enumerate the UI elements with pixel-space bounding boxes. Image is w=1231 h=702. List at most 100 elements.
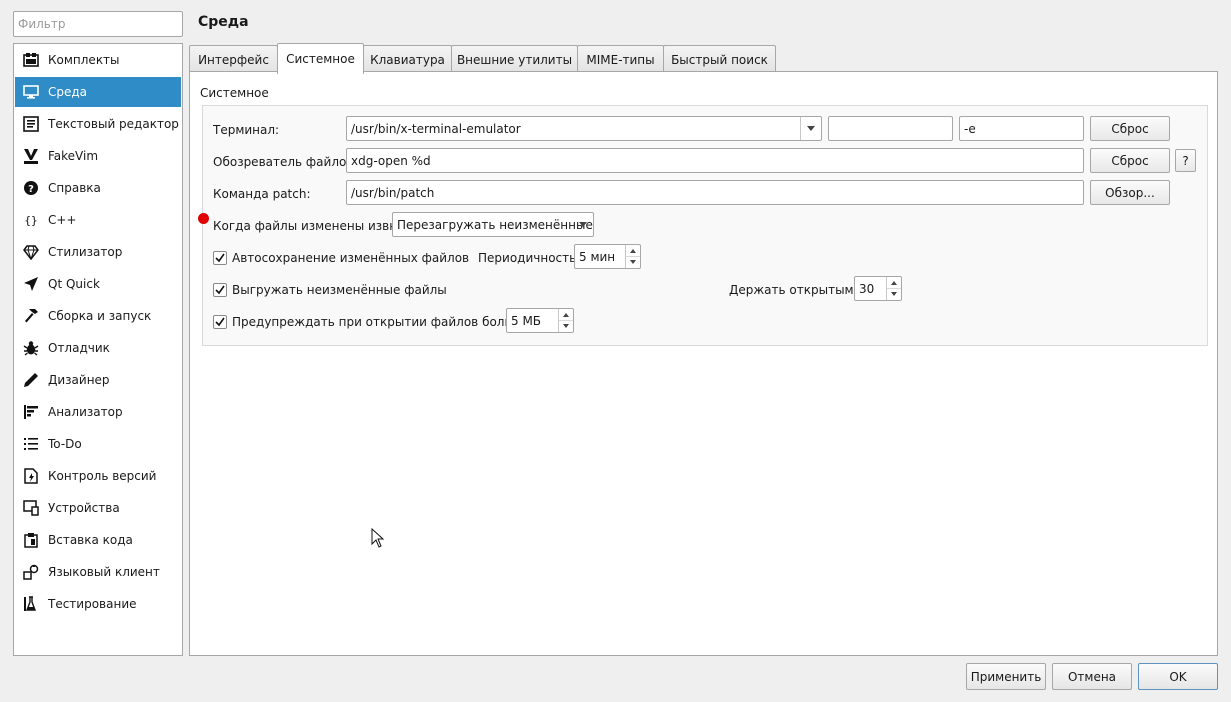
ok-button[interactable]: OK (1138, 663, 1218, 690)
sidebar-item-environment[interactable]: Среда (15, 77, 181, 107)
apply-button[interactable]: Применить (966, 663, 1046, 690)
unload-checkbox[interactable] (213, 283, 227, 297)
spin-down-icon[interactable] (626, 256, 640, 267)
terminal-value: /usr/bin/x-terminal-emulator (351, 121, 521, 136)
todo-list-icon (22, 435, 40, 453)
tab-label: Клавиатура (370, 52, 445, 67)
tab-label: MIME-типы (586, 52, 655, 67)
sidebar-item-label: Qt Quick (48, 277, 100, 291)
tab-quick-search[interactable]: Быстрый поиск (663, 45, 776, 73)
fakevim-icon (22, 147, 40, 165)
keep-open-label: Держать открытыми: (729, 283, 866, 297)
language-client-icon (22, 563, 40, 581)
sidebar-item-label: FakeVim (48, 149, 99, 163)
mouse-cursor-icon (371, 528, 385, 548)
indicator-dot (198, 213, 209, 224)
interval-value: 5 мин (579, 249, 616, 264)
braces-icon: {} (22, 211, 40, 229)
spin-down-icon[interactable] (559, 320, 573, 331)
sidebar-item-analyzer[interactable]: Анализатор (15, 397, 181, 427)
sidebar-item-help[interactable]: ? Справка (15, 173, 181, 203)
terminal-args-value: -e (964, 121, 976, 136)
interval-spinbox[interactable]: 5 мин (574, 244, 641, 269)
file-browser-value: xdg-open %d (351, 153, 431, 168)
keep-open-value: 30 (859, 281, 875, 296)
system-group-box: Терминал: /usr/bin/x-terminal-emulator -… (198, 105, 1208, 346)
patch-browse-button[interactable]: Обзор... (1090, 180, 1170, 205)
tab-system[interactable]: Системное (277, 43, 364, 74)
sidebar-item-kits[interactable]: Комплекты (15, 45, 181, 75)
code-paste-icon (22, 531, 40, 549)
sidebar-item-devices[interactable]: Устройства (15, 493, 181, 523)
sidebar-item-label: Анализатор (48, 405, 123, 419)
checkmark-icon (215, 253, 225, 263)
sidebar-item-designer[interactable]: Дизайнер (15, 365, 181, 395)
settings-category-list[interactable]: Комплекты Среда Текстовый редактор FakeV… (13, 43, 183, 656)
tab-mime-types[interactable]: MIME-типы (577, 45, 664, 73)
sidebar-item-testing[interactable]: Тестирование (15, 589, 181, 619)
spin-down-icon[interactable] (887, 288, 901, 299)
terminal-reset-button[interactable]: Сброс (1090, 116, 1170, 141)
sidebar-item-label: Дизайнер (48, 373, 110, 387)
file-browser-label: Обозреватель файлов: (213, 155, 358, 169)
autosave-checkbox[interactable] (213, 251, 227, 265)
file-browser-field[interactable]: xdg-open %d (346, 148, 1084, 173)
cancel-button[interactable]: Отмена (1052, 663, 1132, 690)
sidebar-item-label: C++ (48, 213, 77, 227)
group-title: Системное (200, 86, 269, 100)
analyzer-icon (22, 403, 40, 421)
sidebar-item-build-run[interactable]: Сборка и запуск (15, 301, 181, 331)
sidebar-item-label: Контроль версий (48, 469, 157, 483)
terminal-extra-field[interactable] (828, 116, 953, 141)
checkmark-icon (215, 285, 225, 295)
sidebar-item-language-client[interactable]: Языковый клиент (15, 557, 181, 587)
tab-label: Интерфейс (198, 52, 269, 67)
sidebar-item-todo[interactable]: To-Do (15, 429, 181, 459)
filter-input[interactable] (13, 11, 183, 37)
sidebar-item-code-paste[interactable]: Вставка кода (15, 525, 181, 555)
sidebar-item-label: Справка (48, 181, 101, 195)
warn-large-files-label: Предупреждать при открытии файлов больше (232, 315, 530, 329)
chevron-down-icon[interactable] (800, 117, 821, 140)
version-control-icon (22, 467, 40, 485)
sidebar-item-label: Комплекты (48, 53, 120, 67)
sidebar-item-cpp[interactable]: {} C++ (15, 205, 181, 235)
file-size-spinbox[interactable]: 5 МБ (506, 308, 574, 333)
sidebar-item-label: Языковый клиент (48, 565, 160, 579)
sidebar-item-version-control[interactable]: Контроль версий (15, 461, 181, 491)
warn-large-files-checkbox[interactable] (213, 315, 227, 329)
tab-external-tools[interactable]: Внешние утилиты (451, 45, 578, 73)
terminal-combobox[interactable]: /usr/bin/x-terminal-emulator (346, 116, 822, 141)
sidebar-item-label: Отладчик (48, 341, 110, 355)
reload-behavior-combobox[interactable]: Перезагружать неизменённые (392, 212, 594, 237)
sidebar-item-debugger[interactable]: Отладчик (15, 333, 181, 363)
tab-interface[interactable]: Интерфейс (189, 45, 278, 73)
keep-open-spinbox[interactable]: 30 (854, 276, 902, 301)
terminal-args-field[interactable]: -e (959, 116, 1084, 141)
hammer-icon (22, 307, 40, 325)
sidebar-item-label: Текстовый редактор (48, 117, 179, 131)
patch-label: Команда patch: (213, 187, 311, 201)
sidebar-item-fakevim[interactable]: FakeVim (15, 141, 181, 171)
tab-keyboard[interactable]: Клавиатура (363, 45, 452, 73)
tab-content-panel: Системное Терминал: /usr/bin/x-terminal-… (189, 71, 1218, 656)
sidebar-item-beautifier[interactable]: Стилизатор (15, 237, 181, 267)
beautifier-icon (22, 243, 40, 261)
reload-label: Когда файлы изменены извне: (213, 219, 409, 233)
sidebar-item-text-editor[interactable]: Текстовый редактор (15, 109, 181, 139)
file-browser-reset-button[interactable]: Сброс (1090, 148, 1170, 173)
sidebar-item-label: Устройства (48, 501, 120, 515)
autosave-label: Автосохранение изменённых файлов (232, 251, 470, 265)
patch-field[interactable]: /usr/bin/patch (346, 180, 1084, 205)
sidebar-item-label: Сборка и запуск (48, 309, 152, 323)
svg-text:?: ? (28, 184, 34, 195)
svg-text:{}: {} (24, 214, 37, 227)
sidebar-item-label: Стилизатор (48, 245, 123, 259)
chevron-down-icon[interactable] (573, 213, 593, 236)
sidebar-item-label: Вставка кода (48, 533, 133, 547)
file-browser-help-button[interactable]: ? (1175, 149, 1196, 172)
testing-icon (22, 595, 40, 613)
pencil-icon (22, 371, 40, 389)
tab-label: Быстрый поиск (671, 52, 768, 67)
sidebar-item-qt-quick[interactable]: Qt Quick (15, 269, 181, 299)
